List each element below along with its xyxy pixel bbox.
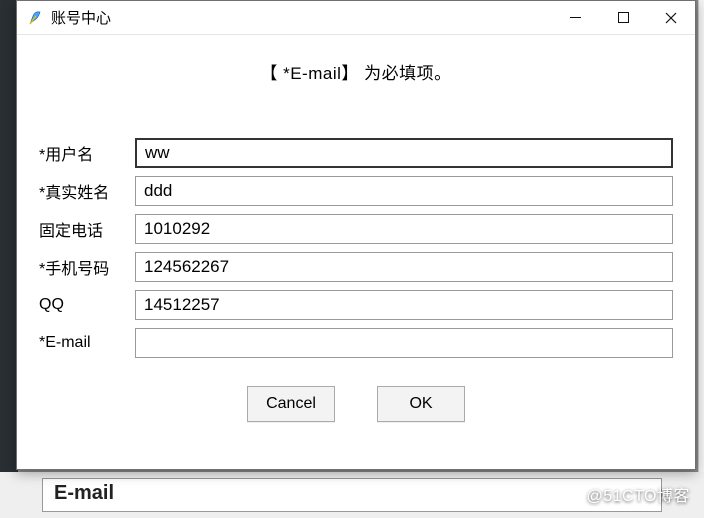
tk-feather-icon (27, 10, 43, 26)
close-button[interactable] (647, 1, 695, 35)
input-qq[interactable] (135, 290, 673, 320)
minimize-button[interactable] (551, 1, 599, 35)
row-landline: 固定电话 (39, 214, 673, 244)
dialog-window: 账号中心 【 *E-mail】 为必填项。 *用户名 *真实姓名 固定电话 *手… (16, 0, 696, 470)
row-email: *E-mail (39, 328, 673, 358)
input-username[interactable] (135, 138, 673, 168)
label-username: *用户名 (39, 141, 135, 165)
row-mobile: *手机号码 (39, 252, 673, 282)
label-email: *E-mail (39, 334, 135, 352)
ok-button[interactable]: OK (377, 386, 465, 422)
background-label: E-mail (54, 482, 114, 505)
row-qq: QQ (39, 290, 673, 320)
input-realname[interactable] (135, 176, 673, 206)
maximize-button[interactable] (599, 1, 647, 35)
label-landline: 固定电话 (39, 217, 135, 241)
validation-message: 【 *E-mail】 为必填项。 (39, 35, 673, 138)
label-qq: QQ (39, 296, 135, 314)
window-title: 账号中心 (51, 7, 111, 28)
input-mobile[interactable] (135, 252, 673, 282)
row-realname: *真实姓名 (39, 176, 673, 206)
background-input-shadow (42, 478, 662, 512)
cancel-button[interactable]: Cancel (247, 386, 335, 422)
dialog-content: 【 *E-mail】 为必填项。 *用户名 *真实姓名 固定电话 *手机号码 Q… (17, 35, 695, 469)
label-mobile: *手机号码 (39, 255, 135, 279)
background-editor-right (698, 0, 704, 518)
row-username: *用户名 (39, 138, 673, 168)
input-landline[interactable] (135, 214, 673, 244)
input-email[interactable] (135, 328, 673, 358)
watermark: @51CTO博客 (586, 482, 690, 506)
titlebar[interactable]: 账号中心 (17, 1, 695, 35)
label-realname: *真实姓名 (39, 179, 135, 203)
dialog-buttons: Cancel OK (39, 366, 673, 422)
